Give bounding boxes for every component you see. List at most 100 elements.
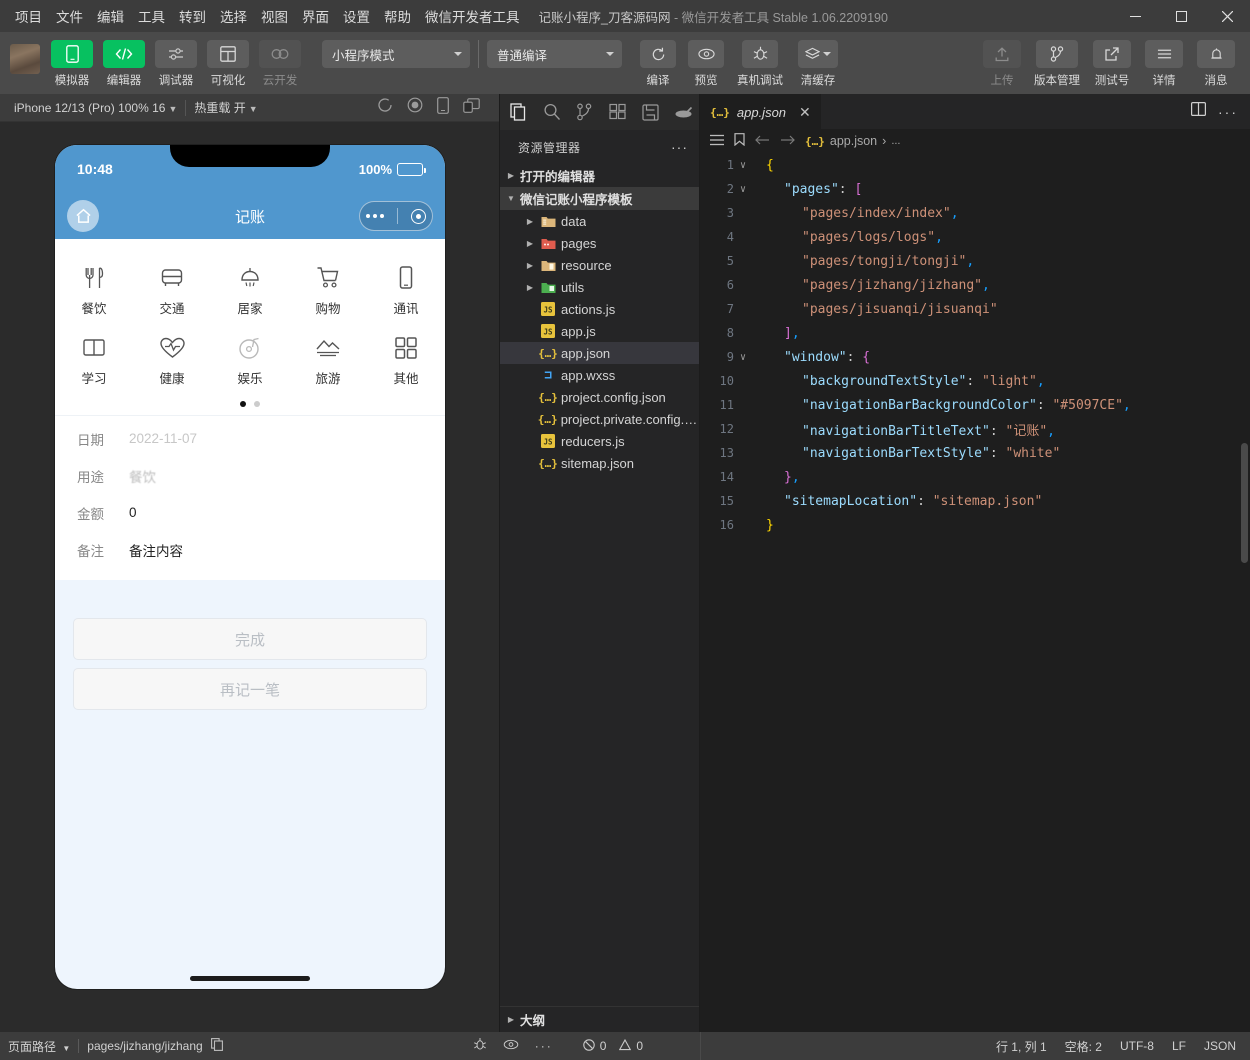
extensions-icon[interactable]	[601, 95, 634, 129]
tree-item-reducers-js[interactable]: JS reducers.js	[500, 430, 700, 452]
menu-item-file[interactable]: 文件	[49, 2, 90, 30]
cursor-position[interactable]: 行 1, 列 1	[996, 1038, 1047, 1055]
editor-toggle[interactable]: 编辑器	[100, 32, 148, 88]
fold-chevron-icon[interactable]: ∨	[734, 352, 752, 363]
pager-dot-active[interactable]	[240, 401, 246, 407]
preview-button[interactable]: 预览	[684, 32, 728, 88]
tree-item-sitemap-json[interactable]: {…} sitemap.json	[500, 452, 700, 474]
close-target-icon[interactable]	[410, 208, 426, 224]
explorer-icon[interactable]	[502, 95, 535, 129]
more-dots-icon[interactable]	[366, 214, 385, 218]
close-button[interactable]	[1204, 0, 1250, 32]
eol-setting[interactable]: LF	[1172, 1039, 1186, 1053]
outline-section[interactable]: ▶ 大纲	[500, 1006, 700, 1032]
save-icon[interactable]	[634, 95, 667, 129]
more-actions-icon[interactable]: ···	[1218, 104, 1238, 120]
menu-item-view[interactable]: 视图	[254, 2, 295, 30]
encoding-setting[interactable]: UTF-8	[1120, 1039, 1154, 1053]
wechat-capsule[interactable]	[359, 201, 433, 231]
compile-select[interactable]: 普通编译	[487, 40, 622, 68]
more-actions-icon[interactable]: ···	[671, 139, 688, 155]
maximize-button[interactable]	[1158, 0, 1204, 32]
multiwindow-icon[interactable]	[463, 97, 480, 118]
hot-reload-select[interactable]: 热重载 开 ▼	[186, 99, 265, 116]
real-device-debug-button[interactable]: 真机调试	[732, 32, 788, 88]
pager-dot[interactable]	[254, 401, 260, 407]
fold-chevron-icon[interactable]: ∨	[734, 160, 752, 171]
breadcrumb-file[interactable]: {…} app.json › ...	[805, 134, 900, 148]
tree-item-project-private-config[interactable]: {…} project.private.config.js...	[500, 408, 700, 430]
upload-button[interactable]: 上传	[978, 32, 1026, 88]
user-avatar[interactable]	[10, 44, 40, 74]
mode-select[interactable]: 小程序模式	[322, 40, 470, 68]
more-icon[interactable]: ···	[535, 1039, 553, 1053]
page-path-select[interactable]: 页面路径 ▼	[8, 1038, 70, 1055]
close-icon[interactable]: ✕	[799, 104, 811, 121]
list-icon[interactable]	[710, 134, 724, 149]
category-yule[interactable]: 娱乐	[211, 325, 289, 395]
section-open-editors[interactable]: ▶ 打开的编辑器	[500, 164, 700, 187]
tree-item-app-wxss[interactable]: ⊐ app.wxss	[500, 364, 700, 386]
menu-item-select[interactable]: 选择	[213, 2, 254, 30]
back-arrow-icon[interactable]	[755, 134, 770, 149]
category-jiankang[interactable]: 健康	[133, 325, 211, 395]
record-icon[interactable]	[407, 97, 423, 118]
language-mode[interactable]: JSON	[1204, 1039, 1236, 1053]
menu-item-tools[interactable]: 工具	[131, 2, 172, 30]
done-button[interactable]: 完成	[73, 618, 427, 660]
source-control-icon[interactable]	[568, 95, 601, 129]
refresh-icon[interactable]	[377, 97, 393, 118]
test-account-button[interactable]: 测试号	[1088, 32, 1136, 88]
menu-item-settings[interactable]: 设置	[336, 2, 377, 30]
form-row-amount[interactable]: 金额 0	[77, 494, 423, 531]
tree-item-data[interactable]: ▶ data	[500, 210, 700, 232]
category-pager[interactable]	[55, 399, 445, 415]
panel-divider-2[interactable]	[699, 94, 700, 1032]
form-row-date[interactable]: 日期 2022-11-07	[77, 420, 423, 457]
clear-cache-button[interactable]: 清缓存	[792, 32, 844, 88]
category-gouwu[interactable]: 购物	[289, 255, 367, 325]
cloud-dev-icon[interactable]	[667, 95, 700, 129]
tree-item-actions-js[interactable]: JS actions.js	[500, 298, 700, 320]
search-icon[interactable]	[535, 95, 568, 129]
copy-icon[interactable]	[210, 1038, 223, 1054]
messages-button[interactable]: 消息	[1192, 32, 1240, 88]
debugger-toggle[interactable]: 调试器	[152, 32, 200, 88]
tree-item-app-js[interactable]: JS app.js	[500, 320, 700, 342]
device-icon[interactable]	[437, 96, 449, 119]
bug-icon[interactable]	[473, 1037, 487, 1055]
menu-item-goto[interactable]: 转到	[172, 2, 213, 30]
form-row-note[interactable]: 备注 备注内容	[77, 531, 423, 568]
eye-icon[interactable]	[503, 1039, 519, 1053]
tab-app-json[interactable]: {…} app.json ✕	[700, 94, 821, 129]
simulator-toggle[interactable]: 模拟器	[48, 32, 96, 88]
add-another-button[interactable]: 再记一笔	[73, 668, 427, 710]
fold-chevron-icon[interactable]: ∨	[734, 184, 752, 195]
details-button[interactable]: 详情	[1140, 32, 1188, 88]
category-jujia[interactable]: 居家	[211, 255, 289, 325]
tree-item-utils[interactable]: ▶ utils	[500, 276, 700, 298]
home-icon[interactable]	[67, 200, 99, 232]
tree-item-project-config[interactable]: {…} project.config.json	[500, 386, 700, 408]
category-canyin[interactable]: 餐饮	[55, 255, 133, 325]
visual-toggle[interactable]: 可视化	[204, 32, 252, 88]
section-project-root[interactable]: ▼ 微信记账小程序模板	[500, 187, 700, 210]
menu-item-interface[interactable]: 界面	[295, 2, 336, 30]
menu-item-project[interactable]: 项目	[8, 2, 49, 30]
version-control-button[interactable]: 版本管理	[1030, 32, 1084, 88]
device-select[interactable]: iPhone 12/13 (Pro) 100% 16 ▼	[6, 101, 185, 115]
code-content[interactable]: 1 ∨{2 ∨ "pages": [3 "pages/index/index", 4 "pa…	[700, 153, 1250, 1032]
category-qita[interactable]: 其他	[367, 325, 445, 395]
compile-button[interactable]: 编译	[636, 32, 680, 88]
menu-item-edit[interactable]: 编辑	[90, 2, 131, 30]
cloud-dev-toggle[interactable]: 云开发	[256, 32, 304, 88]
indent-setting[interactable]: 空格: 2	[1065, 1038, 1102, 1055]
category-jiaotong[interactable]: 交通	[133, 255, 211, 325]
tree-item-pages[interactable]: ▶ pages	[500, 232, 700, 254]
problems-indicator[interactable]: 0 0	[582, 1038, 643, 1054]
bookmark-icon[interactable]	[734, 133, 745, 149]
menu-item-help[interactable]: 帮助	[377, 2, 418, 30]
editor-scrollbar[interactable]	[1241, 443, 1248, 563]
menu-item-devtools[interactable]: 微信开发者工具	[418, 2, 527, 30]
category-lvyou[interactable]: 旅游	[289, 325, 367, 395]
